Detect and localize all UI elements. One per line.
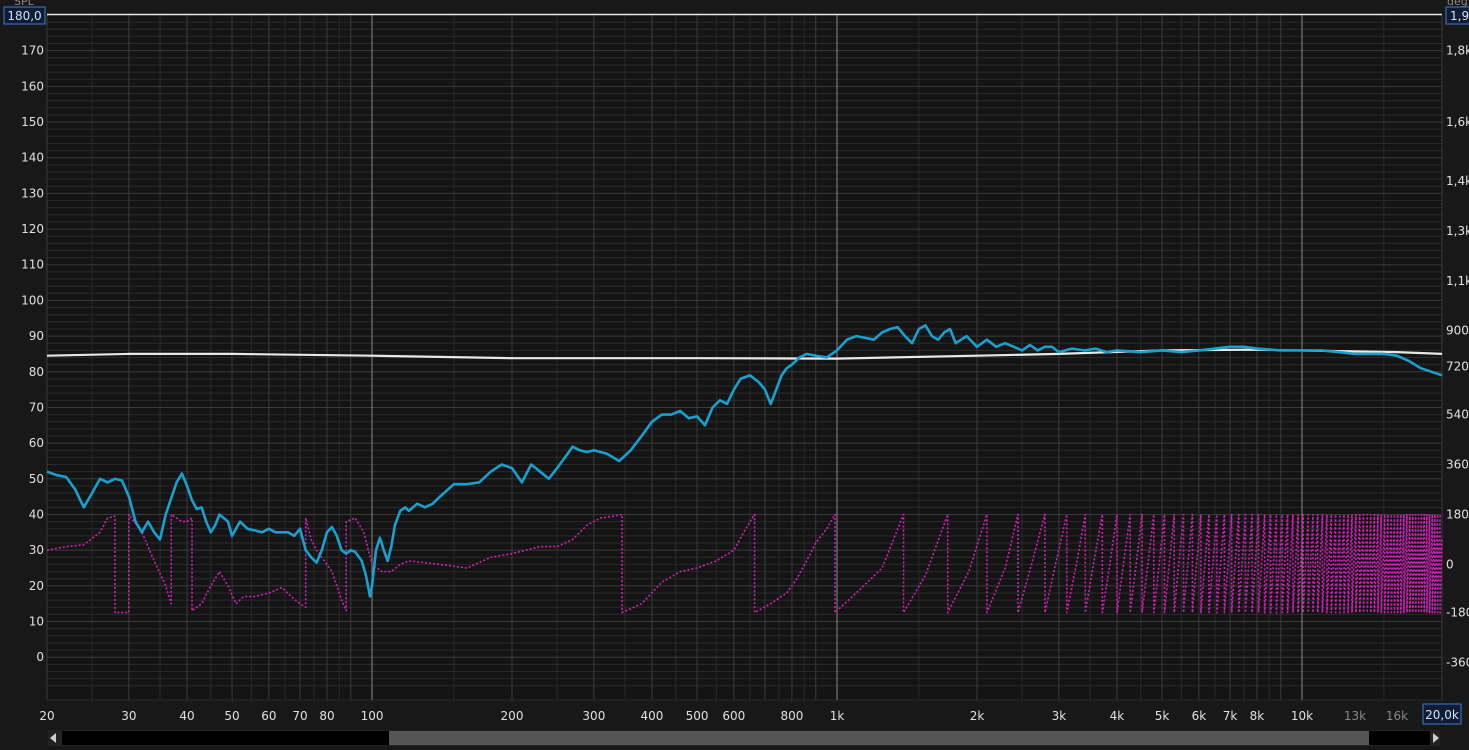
right-top-value: 1,9 [1450,9,1469,23]
left-tick-label: 110 [21,258,44,272]
left-tick-label: 90 [29,329,44,343]
x-tick-label: 600 [722,709,745,723]
left-tick-label: 130 [21,186,44,200]
right-tick-label: 360 [1446,458,1469,472]
right-tick-label: 0 [1446,557,1454,571]
left-tick-label: 10 [29,615,44,629]
x-tick-label: 400 [641,709,664,723]
left-tick-label: 40 [29,507,44,521]
right-tick-label: 1,4k [1446,174,1469,188]
x-tick-label: 200 [501,709,524,723]
left-tick-label: 20 [29,579,44,593]
left-tick-label: 140 [21,151,44,165]
left-tick-label: 80 [29,365,44,379]
right-tick-label: 1,1k [1446,274,1469,288]
x-tick-label: 30 [121,709,136,723]
x-tick-label: 2k [970,709,985,723]
right-tick-label: 1,8k [1446,44,1469,58]
left-tick-label: 60 [29,436,44,450]
x-tick-label: 70 [292,709,307,723]
x-tick-label: 300 [582,709,605,723]
x-tick-label: 5k [1155,709,1170,723]
x-tick-label: 50 [224,709,239,723]
left-tick-label: 50 [29,472,44,486]
scroll-thumb[interactable] [389,731,1369,745]
left-tick-label: 0 [36,650,44,664]
right-tick-label: 1,3k [1446,224,1469,238]
x-tick-label: 6k [1192,709,1207,723]
x-tick-label: 80 [319,709,334,723]
scroll-left-arrow-icon[interactable] [50,733,56,743]
frequency-response-chart[interactable]: 0 10 20 30 40 50 60 70 80 90 100 110 120 130 140 150 160… [0,0,1469,750]
x-tick-label: 3k [1052,709,1067,723]
x-tick-label: 1k [830,709,845,723]
x-tick-label: 8k [1250,709,1265,723]
left-tick-label: 150 [21,115,44,129]
x-tick-label: 800 [781,709,804,723]
scroll-right-arrow-icon[interactable] [1433,733,1439,743]
x-tick-label: 7k [1223,709,1238,723]
left-tick-label: 120 [21,222,44,236]
x-tick-label: 16k [1386,709,1408,723]
x-tick-label: 20 [39,709,54,723]
right-tick-label: 900 [1446,324,1469,338]
left-tick-label: 70 [29,400,44,414]
x-tick-label: 4k [1110,709,1125,723]
left-tick-label: 30 [29,543,44,557]
x-tick-label: 100 [361,709,384,723]
x-tick-label: 40 [179,709,194,723]
right-tick-label: 720 [1446,359,1469,373]
right-tick-label: 1,6k [1446,115,1469,129]
right-tick-label: 540 [1446,408,1469,422]
left-tick-label: 170 [21,44,44,58]
right-tick-label: -180 [1446,606,1469,620]
left-top-value: 180,0 [7,9,41,23]
x-tick-label: 500 [686,709,709,723]
right-tick-label: -360 [1446,656,1469,670]
right-tick-label: 180 [1446,507,1469,521]
x-tick-label: 13k [1344,709,1366,723]
x-end-value: 20,0k [1425,708,1459,722]
left-tick-label: 160 [21,79,44,93]
x-tick-label: 60 [261,709,276,723]
left-tick-label: 100 [21,293,44,307]
x-tick-label: 10k [1291,709,1313,723]
